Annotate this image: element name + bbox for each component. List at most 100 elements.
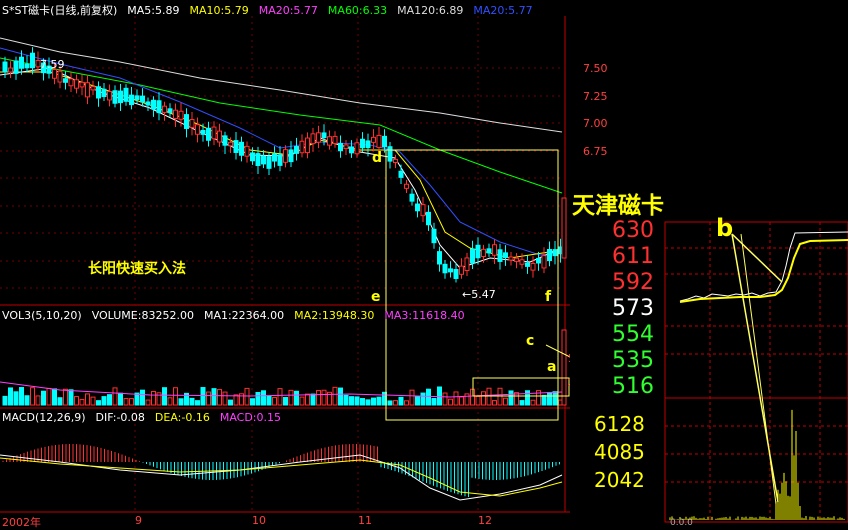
volume-bar [228,399,233,406]
main-chart[interactable]: S*ST磁卡(日线,前复权) MA5:5.89 MA10:5.79 MA20:5.77… [0,0,608,529]
volume-bar [431,397,437,406]
volume-bar [272,397,277,406]
volume-bar [118,392,123,406]
volume-bar [151,390,156,406]
ma20-label: MA20:5.77 [258,4,318,17]
candle-body [530,262,536,271]
volume-bar [387,400,393,406]
ma5-label: MA5:5.89 [127,4,180,17]
candle-body [327,136,332,146]
candle-body [189,118,195,128]
volume-bar [112,387,118,406]
ma20b-label: MA20:5.77 [473,4,533,17]
price-tick: 7.25 [583,90,608,103]
intraday-inset[interactable]: 天津磁卡 b 630 611 592 573 554 535 516 6128 … [570,186,848,528]
mark-e: e [371,289,381,305]
candle-body [409,193,415,202]
volume-bar [261,390,266,406]
candle-body [244,145,250,157]
volume-bar [561,329,567,406]
date-tick: 10 [252,514,266,527]
volume-bar [96,400,101,406]
candle-body [365,140,371,149]
intraday-price-line [679,231,848,302]
candle-body [481,248,486,257]
inset-price-554: 554 [612,322,654,347]
inset-price-611: 611 [612,244,654,269]
volume-bar [442,392,448,406]
volume-bar [497,387,503,406]
candle-body [140,95,145,103]
vol-ma2: MA2:13948.30 [294,309,375,322]
candle-body [85,82,90,98]
candle-body [118,90,123,104]
volume-bar [453,391,459,406]
candle-body [112,90,118,104]
volume-bar [519,400,525,406]
candle-body [442,263,448,274]
mark-c: c [526,333,535,349]
mark-b: b [716,214,734,242]
volume-bar [19,387,24,406]
volume-bar [393,400,398,406]
ma10-label: MA10:5.79 [189,4,249,17]
volume-bar [30,387,35,406]
candle-body [349,146,354,154]
candle-body [431,228,437,244]
kline-canvas[interactable] [0,0,580,528]
volume-bar [354,396,360,406]
volume-bar [288,389,294,406]
volume-bar [46,387,52,406]
candle-body [200,129,206,135]
volume-bar [459,396,464,406]
candle-body [486,248,492,254]
macd-dif: DIF:-0.08 [95,411,145,424]
candle-body [79,81,85,88]
candle-body [90,86,96,91]
candle-body [459,265,464,275]
candle-body [68,78,74,87]
candle-body [2,61,8,73]
macd-macd: MACD:0.15 [219,411,281,424]
inset-vol-4085: 4085 [594,440,645,464]
volume-bar [503,397,508,406]
date-tick: 9 [135,514,142,527]
candle-body [222,135,228,146]
volume-bar [24,395,30,406]
candle-body [162,105,167,113]
inset-price-516: 516 [612,374,654,399]
volume-bar [338,387,343,406]
candle-body [354,142,360,155]
candle-body [129,94,134,106]
volume-bar [13,391,19,406]
candle-body [206,127,211,141]
volume-bar [195,400,200,406]
candle-body [547,248,552,262]
mark-f: f [545,289,552,305]
candle-body [63,78,68,83]
volume-bar [415,395,420,406]
volume-bar [475,395,481,406]
candle-body [277,154,283,166]
inset-price-592: 592 [612,270,654,295]
volume-bar [68,389,74,406]
volume-bar [360,398,365,406]
candle-body [536,257,541,264]
volume-bar [211,388,217,406]
volume-bar [299,396,305,406]
inset-price-630: 630 [612,218,654,243]
volume-bar [63,388,68,406]
volume-bar [420,392,426,406]
volume-bar [140,389,145,406]
date-tick: 11 [358,514,372,527]
candle-body [123,87,129,102]
candle-body [299,140,305,154]
volume-bar [464,393,470,406]
volume-bar [404,400,409,406]
volume-bar [90,396,96,406]
volume-bar [74,396,79,406]
candle-body [217,130,222,143]
price-tick: 6.75 [583,145,608,158]
inset-price-535: 535 [612,348,654,373]
candle-body [233,140,239,153]
